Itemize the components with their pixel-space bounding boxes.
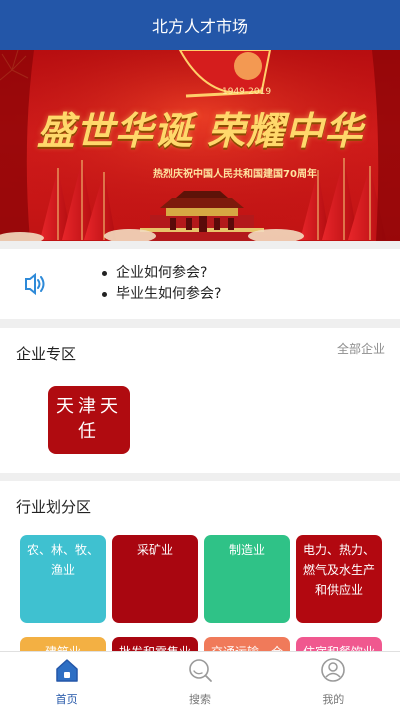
industry-tile-agriculture[interactable]: 农、林、牧、渔业 [20,535,106,623]
banner-carousel[interactable]: 1949-2019 盛世华诞 荣耀中华 热烈庆祝中国人民共和国建国70周年 [0,50,400,241]
page-title: 北方人才市场 [151,17,248,36]
notice-list: 企业如何参会? 毕业生如何参会? [102,263,221,305]
user-icon [321,658,346,682]
industry-tile-wholesale-retail[interactable]: 批发和零售业 [112,637,198,651]
app-header: 北方人才市场 [0,0,400,50]
search-icon [189,659,212,682]
banner-subline: 热烈庆祝中国人民共和国建国70周年 [153,169,317,180]
tab-search[interactable]: 搜索 [133,652,266,710]
industry-tile-construction[interactable]: 建筑业 [20,637,106,651]
all-enterprises-link[interactable]: 全部企业 [337,340,385,357]
enterprise-section-title: 企业专区 [16,345,77,363]
notice-item-enterprise[interactable]: 企业如何参会? [102,263,221,284]
tab-home[interactable]: 首页 [0,652,133,710]
tab-search-label: 搜索 [188,693,211,706]
home-icon [55,659,78,682]
industry-tile-hospitality[interactable]: 住宿和餐饮业 [296,637,382,651]
broadcast-icon [25,272,45,296]
notice-panel: 企业如何参会? 毕业生如何参会? [0,249,400,319]
enterprise-section: 企业专区 全部企业 天津天任 [0,328,400,473]
tab-home-label: 首页 [55,693,78,706]
tab-profile-label: 我的 [322,693,345,706]
bottom-tab-bar: 首页 搜索 我的 [0,651,400,710]
industry-section-title: 行业划分区 [16,498,92,516]
banner-slogan: 盛世华诞 荣耀中华 [36,108,364,153]
enterprise-tile[interactable]: 天津天任 [48,386,130,454]
notice-item-graduate[interactable]: 毕业生如何参会? [102,284,221,305]
tab-profile[interactable]: 我的 [267,652,400,710]
industry-tile-mining[interactable]: 采矿业 [112,535,198,623]
banner-years: 1949-2019 [222,87,272,97]
industry-tile-utilities[interactable]: 电力、热力、燃气及水生产和供应业 [296,535,382,623]
industry-tile-manufacturing[interactable]: 制造业 [204,535,290,623]
industry-tile-transport[interactable]: 交通运输、仓储和邮政业 [204,637,290,651]
industry-section: 行业划分区 农、林、牧、渔业 采矿业 制造业 电力、热力、燃气及水生产和供应业 … [0,481,400,651]
